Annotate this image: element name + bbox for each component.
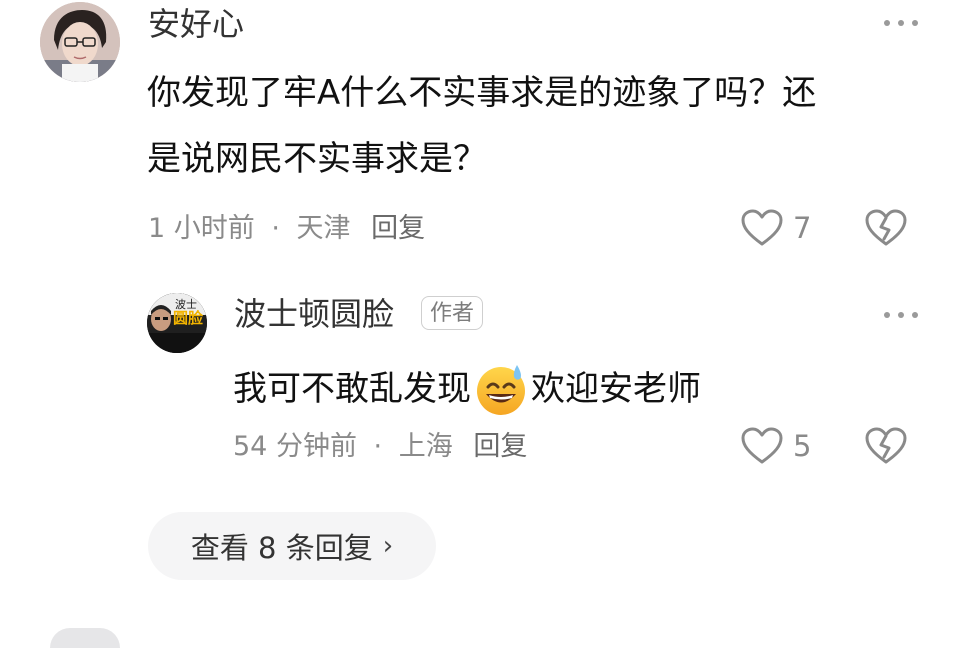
sweat-smile-emoji-icon <box>473 361 529 417</box>
reply-time: 54 分钟前 <box>233 431 357 462</box>
more-dots-icon[interactable] <box>884 18 918 28</box>
reply-text: 我可不敢乱发现 欢迎安老师 <box>233 356 701 422</box>
reply-text-part-2: 欢迎安老师 <box>531 369 701 409</box>
dislike-button[interactable] <box>864 426 908 466</box>
view-replies-label: 查看 8 条回复 <box>190 531 373 565</box>
reply-author-name[interactable]: 波士顿圆脸 <box>234 298 394 330</box>
reply-meta: 54 分钟前 · 上海 回复 <box>233 433 527 460</box>
reply-location: 上海 <box>398 431 453 462</box>
comment-location: 天津 <box>296 213 351 244</box>
like-button[interactable] <box>740 426 784 466</box>
avatar[interactable]: 波士 圆脸 <box>147 293 207 353</box>
comment-text-line-1: 你发现了牢A什么不实事求是的迹象了吗？还 <box>147 73 817 113</box>
avatar-text-main: 圆脸 <box>173 309 204 327</box>
like-count: 7 <box>793 211 812 245</box>
user-portrait <box>40 2 120 82</box>
comment-text-line-2: 是说网民不实事求是？ <box>147 139 487 179</box>
chevron-right-icon: › <box>382 531 394 561</box>
heart-outline-icon <box>741 209 783 246</box>
meta-separator: · <box>373 431 383 462</box>
comment-author-name[interactable]: 安好心 <box>148 8 244 40</box>
heart-outline-icon <box>741 427 783 464</box>
comment-meta: 1 小时前 · 天津 回复 <box>148 215 425 242</box>
reply-text-part-1: 我可不敢乱发现 <box>233 369 471 409</box>
comment-time: 1 小时前 <box>148 213 255 244</box>
like-button[interactable] <box>740 208 784 248</box>
author-badge: 作者 <box>421 296 484 330</box>
like-count: 5 <box>793 429 812 463</box>
next-comment-avatar[interactable] <box>50 628 120 648</box>
avatar[interactable] <box>40 2 120 82</box>
dislike-button[interactable] <box>864 208 908 248</box>
meta-separator: · <box>271 213 280 244</box>
broken-heart-icon <box>865 209 907 246</box>
comment-reply-button[interactable]: 回复 <box>371 213 425 244</box>
more-dots-icon[interactable] <box>884 310 918 320</box>
view-replies-button[interactable]: 查看 8 条回复 › <box>148 512 436 580</box>
broken-heart-icon <box>865 427 907 464</box>
reply-reply-button[interactable]: 回复 <box>473 431 527 462</box>
